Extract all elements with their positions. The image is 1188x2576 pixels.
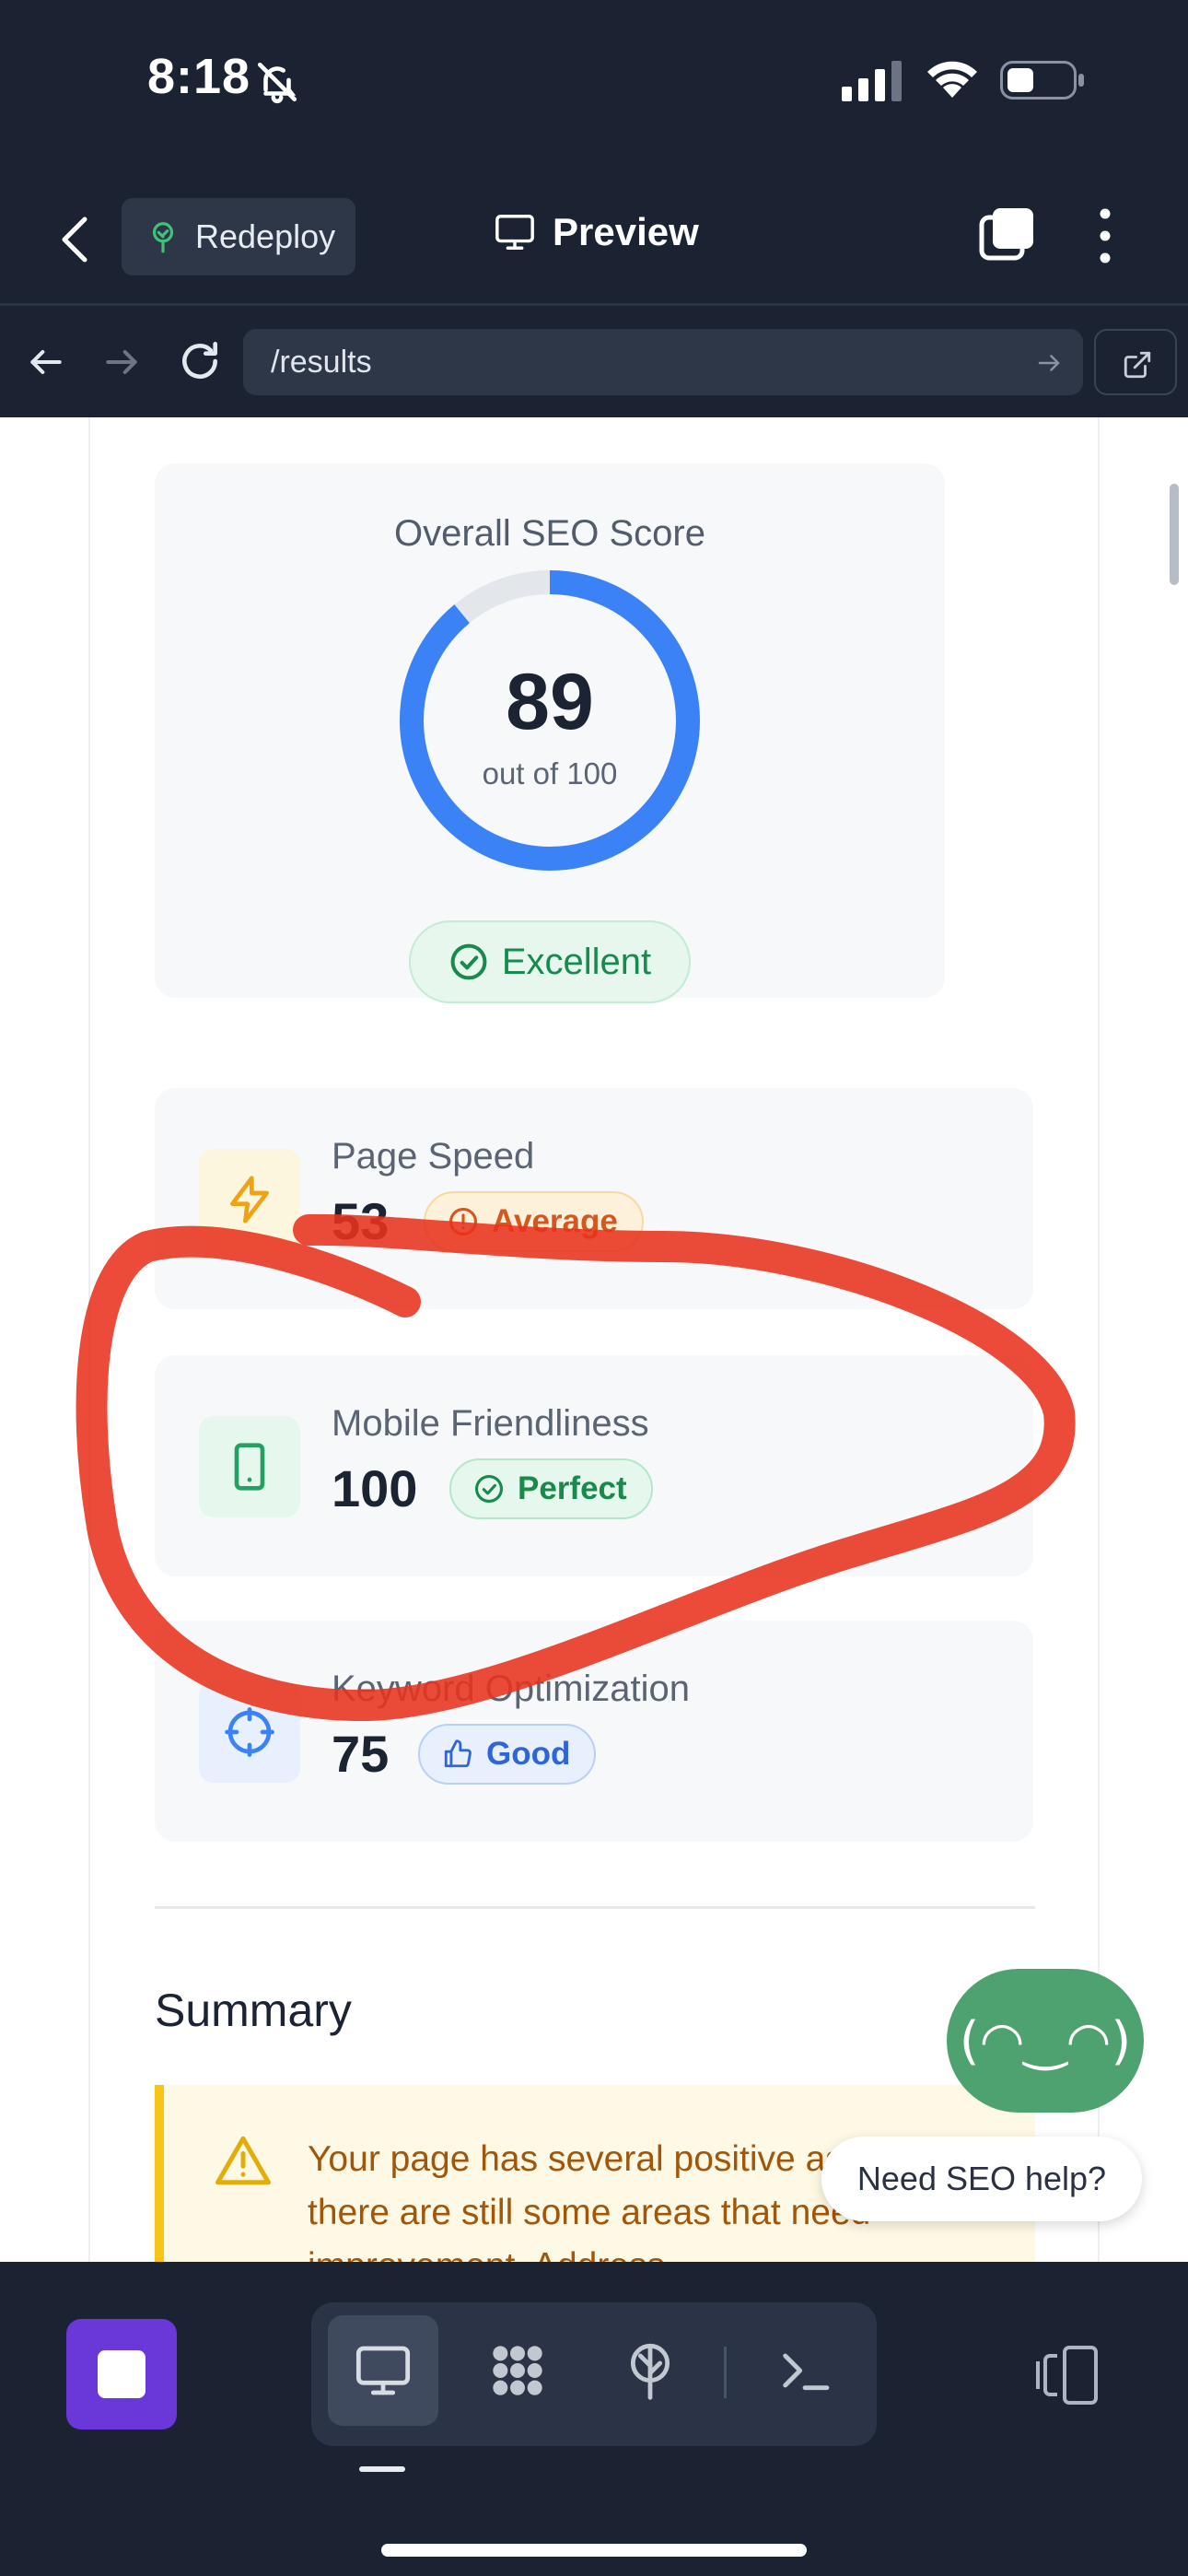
summary-title: Summary: [155, 1985, 352, 2036]
stop-icon: [98, 2350, 146, 2398]
help-label: Need SEO help?: [856, 2160, 1107, 2197]
redeploy-button[interactable]: Redeploy: [122, 198, 355, 275]
metric-icon-box: [199, 1149, 300, 1250]
rating-badge: Excellent: [409, 920, 691, 1003]
url-field[interactable]: /results: [243, 329, 1083, 395]
metric-keyword-optimization: Keyword Optimization 75 Good: [155, 1621, 1033, 1842]
preview-label: Preview: [553, 210, 699, 253]
tree-icon: [630, 2343, 670, 2400]
more-vertical-icon[interactable]: [1087, 206, 1124, 265]
chat-face-glyph: (◠‿◠): [959, 2010, 1132, 2071]
status-badge: Good: [418, 1724, 597, 1785]
status-badge: Average: [424, 1191, 644, 1252]
metric-mobile-friendliness: Mobile Friendliness 100 Perfect: [155, 1355, 1033, 1576]
tab-console[interactable]: [750, 2315, 860, 2426]
bottom-toolbar: [0, 2262, 1188, 2576]
reload-icon[interactable]: [177, 338, 223, 384]
bell-slash-icon: [257, 62, 297, 104]
devices-icon[interactable]: [1030, 2345, 1100, 2406]
rating-label: Excellent: [501, 941, 652, 982]
metric-value: 100: [332, 1459, 418, 1517]
score-title: Overall SEO Score: [394, 513, 705, 554]
arrow-right-icon[interactable]: [101, 342, 142, 382]
metric-icon-box: [199, 1681, 300, 1783]
monitor-icon: [355, 2346, 411, 2395]
monitor-icon: [495, 215, 534, 250]
tree-icon: [152, 222, 174, 253]
check-circle-icon: [450, 943, 487, 980]
metric-icon-box: [199, 1416, 300, 1517]
help-tooltip[interactable]: Need SEO help?: [821, 2137, 1142, 2221]
lightning-icon: [230, 1176, 269, 1224]
terminal-icon: [783, 2353, 830, 2391]
alert-circle-icon: [448, 1207, 478, 1236]
signal-icon: [842, 61, 902, 101]
view-switcher: [311, 2302, 877, 2446]
metric-label: Mobile Friendliness: [332, 1403, 649, 1444]
tabs-icon[interactable]: [978, 205, 1037, 263]
metric-page-speed: Page Speed 53 Average: [155, 1088, 1033, 1309]
thumbs-up-icon: [444, 1739, 472, 1768]
redeploy-label: Redeploy: [195, 217, 336, 255]
tab-preview[interactable]: [328, 2315, 438, 2426]
home-indicator: [381, 2544, 807, 2557]
app-header: Redeploy Preview: [0, 157, 1188, 306]
smartphone-icon: [234, 1443, 265, 1491]
status-bar: 8:18: [0, 0, 1188, 157]
stop-button[interactable]: [66, 2319, 177, 2430]
chevron-left-icon[interactable]: [57, 214, 94, 265]
status-badge-label: Good: [486, 1736, 571, 1772]
battery-icon: [1000, 61, 1084, 100]
browser-toolbar: /results: [0, 309, 1188, 417]
chat-assistant-button[interactable]: (◠‿◠): [947, 1969, 1144, 2113]
score-subtitle: out of 100: [482, 756, 618, 790]
warning-triangle-icon: [215, 2136, 271, 2185]
metric-label: Page Speed: [332, 1136, 535, 1177]
status-badge-label: Average: [492, 1203, 618, 1239]
active-tab-indicator: [359, 2466, 405, 2472]
metric-value: 75: [332, 1725, 390, 1783]
section-divider: [155, 1906, 1035, 1909]
open-external-button[interactable]: [1094, 329, 1177, 395]
url-text: /results: [271, 344, 372, 380]
metric-label: Keyword Optimization: [332, 1669, 691, 1709]
target-icon: [225, 1707, 274, 1757]
metric-value: 53: [332, 1192, 390, 1250]
tab-deploy[interactable]: [595, 2315, 705, 2426]
overall-score-card: Overall SEO Score 89 out of 100 Excellen…: [155, 463, 945, 1003]
score-value: 89: [506, 658, 594, 746]
go-arrow-icon[interactable]: [1035, 349, 1063, 377]
status-badge-label: Perfect: [518, 1470, 627, 1506]
wifi-icon: [927, 61, 977, 98]
scrollbar-thumb[interactable]: [1170, 484, 1179, 585]
grid-icon: [493, 2346, 542, 2395]
web-view[interactable]: Overall SEO Score 89 out of 100 Excellen…: [0, 417, 1188, 2262]
external-link-icon: [1124, 351, 1151, 379]
preview-title: Preview: [494, 210, 699, 254]
status-time: 8:18: [147, 49, 251, 104]
tab-grid[interactable]: [462, 2315, 573, 2426]
status-badge: Perfect: [449, 1458, 653, 1519]
arrow-left-icon[interactable]: [26, 342, 66, 382]
segment-separator: [724, 2347, 727, 2398]
check-circle-icon: [474, 1474, 504, 1504]
